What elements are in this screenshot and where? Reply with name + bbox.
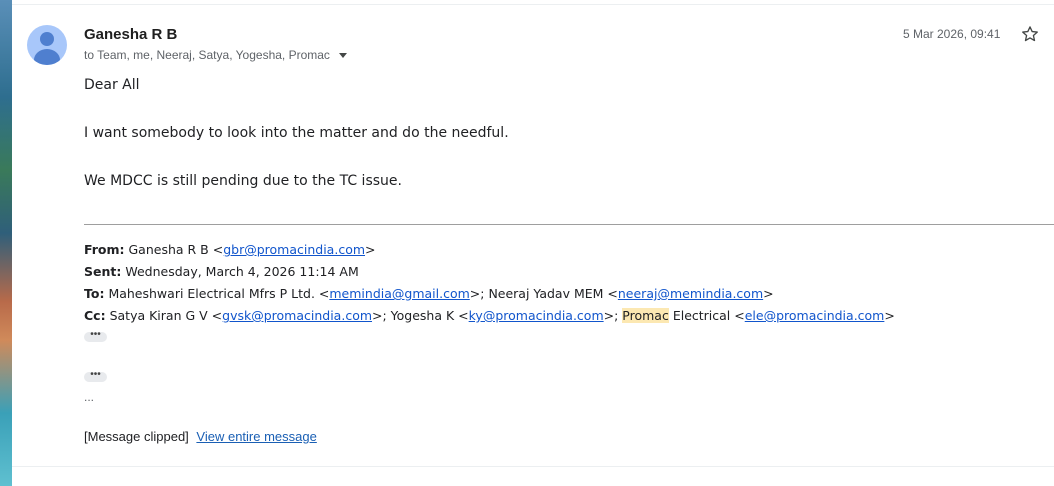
avatar-head-icon: [40, 32, 54, 46]
message-clipped-notice: [Message clipped] View entire message: [84, 429, 317, 444]
divider-bottom: [12, 466, 1054, 467]
cc-email-link-1[interactable]: gvsk@promacindia.com: [222, 308, 372, 323]
to-name-2: >; Neeraj Yadav MEM <: [469, 286, 618, 301]
quoted-from: From: Ganesha R B <gbr@promacindia.com>: [84, 242, 376, 257]
recipients-list: Team, me, Neeraj, Satya, Yogesha, Promac: [97, 48, 330, 62]
from-close: >: [365, 242, 376, 257]
star-icon[interactable]: [1020, 24, 1040, 44]
cc-name-2: >; Yogesha K <: [372, 308, 469, 323]
quoted-cc: Cc: Satya Kiran G V <gvsk@promacindia.co…: [84, 308, 895, 323]
sender-name[interactable]: Ganesha R B: [84, 26, 177, 43]
from-email-link[interactable]: gbr@promacindia.com: [223, 242, 365, 257]
view-entire-message-link[interactable]: View entire message: [196, 429, 316, 444]
from-name: Ganesha R B <: [128, 242, 224, 257]
cc-email-link-2[interactable]: ky@promacindia.com: [469, 308, 604, 323]
search-highlight: Promac: [622, 308, 669, 323]
quote-divider: [84, 224, 1054, 225]
to-close: >: [763, 286, 774, 301]
background-wallpaper: [0, 0, 12, 486]
avatar[interactable]: [27, 25, 67, 65]
recipients-prefix: to: [84, 48, 95, 62]
cc-name-1: Satya Kiran G V <: [109, 308, 223, 323]
ellipsis-text: ...: [84, 390, 95, 404]
to-label: To:: [84, 286, 105, 301]
body-line-1: I want somebody to look into the matter …: [84, 125, 509, 141]
to-name-1: Maheshwari Electrical Mfrs P Ltd. <: [108, 286, 330, 301]
to-email-link-1[interactable]: memindia@gmail.com: [329, 286, 469, 301]
chevron-down-icon[interactable]: [339, 53, 348, 59]
body-line-2: We MDCC is still pending due to the TC i…: [84, 173, 402, 189]
cc-name-3-post: Electrical <: [668, 308, 745, 323]
divider: [12, 4, 1054, 5]
show-trimmed-content-button-2[interactable]: •••: [84, 370, 107, 382]
cc-close: >: [884, 308, 895, 323]
recipients-line[interactable]: to Team, me, Neeraj, Satya, Yogesha, Pro…: [84, 48, 348, 62]
message-date: 5 Mar 2026, 09:41: [903, 27, 1001, 41]
quoted-to: To: Maheshwari Electrical Mfrs P Ltd. <m…: [84, 286, 774, 301]
sent-label: Sent:: [84, 264, 122, 279]
avatar-body-icon: [34, 49, 60, 65]
sent-value: Wednesday, March 4, 2026 11:14 AM: [125, 264, 359, 279]
clipped-label: [Message clipped]: [84, 429, 189, 444]
cc-name-3-pre: >;: [603, 308, 623, 323]
cc-email-link-3[interactable]: ele@promacindia.com: [745, 308, 885, 323]
quoted-sent: Sent: Wednesday, March 4, 2026 11:14 AM: [84, 264, 359, 279]
greeting: Dear All: [84, 77, 140, 93]
show-trimmed-content-button[interactable]: •••: [84, 330, 107, 342]
cc-label: Cc:: [84, 308, 106, 323]
from-label: From:: [84, 242, 125, 257]
to-email-link-2[interactable]: neeraj@memindia.com: [618, 286, 763, 301]
